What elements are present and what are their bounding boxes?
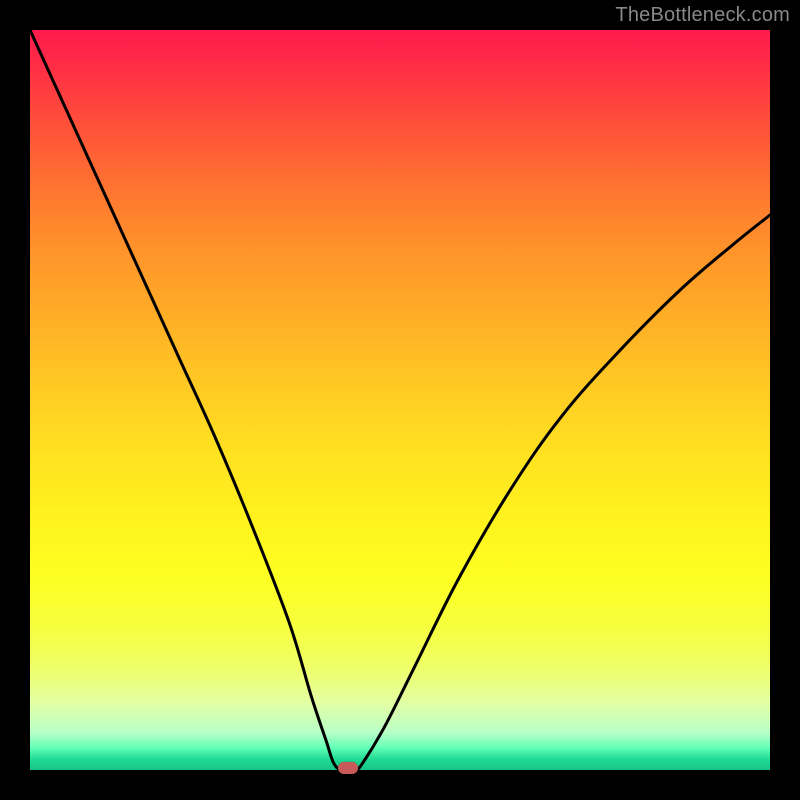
- plot-area: [30, 30, 770, 770]
- curve-svg: [30, 30, 770, 770]
- bottleneck-curve: [30, 30, 770, 771]
- watermark-text: TheBottleneck.com: [615, 4, 790, 27]
- optimum-marker: [338, 762, 358, 774]
- chart-frame: TheBottleneck.com: [0, 0, 800, 800]
